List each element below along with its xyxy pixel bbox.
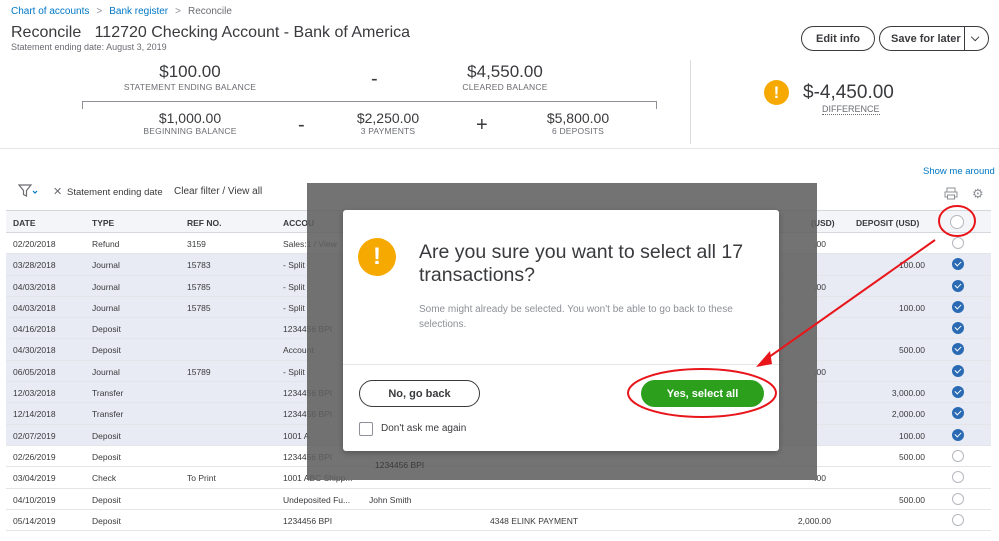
annotation-arrow-head <box>756 351 772 367</box>
annotation-circle-yes-button <box>627 368 777 418</box>
annotation-layer <box>627 205 976 418</box>
annotation-arrow-line <box>761 239 936 363</box>
annotation-circle-select-all <box>938 205 976 237</box>
